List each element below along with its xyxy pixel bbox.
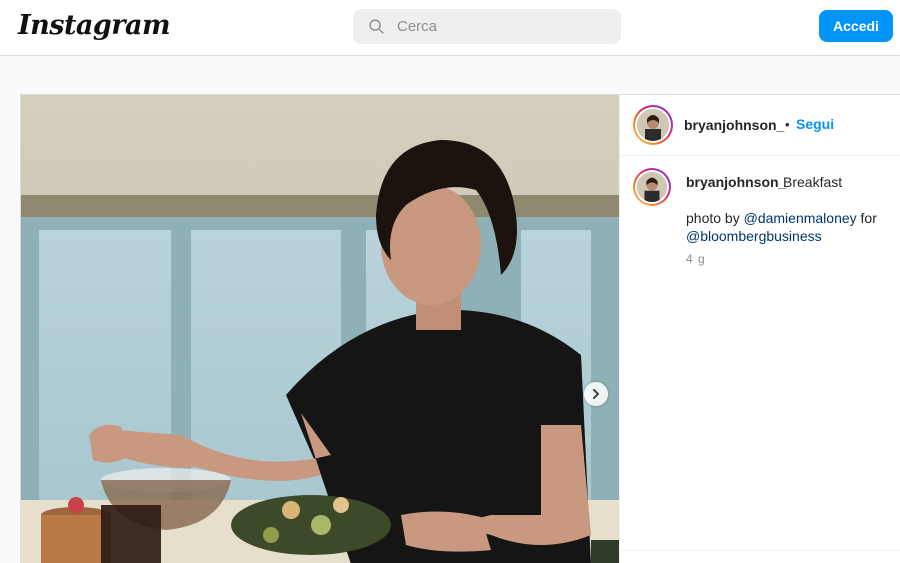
mention-damienmaloney[interactable]: @damienmaloney <box>744 210 857 226</box>
breakfast-photo <box>21 95 619 563</box>
post-image[interactable] <box>21 95 619 563</box>
search-box[interactable] <box>353 9 621 44</box>
post-username[interactable]: bryanjohnson_ <box>684 117 784 133</box>
caption-text: Breakfast <box>783 174 843 190</box>
login-button[interactable]: Accedi <box>819 10 893 42</box>
post-header: bryanjohnson_ • Segui <box>620 95 900 156</box>
photo-credit: photo by @damienmaloney for @bloombergbu… <box>686 209 896 245</box>
follow-button[interactable]: Segui <box>796 116 834 132</box>
chevron-right-icon <box>593 389 599 399</box>
instagram-logo[interactable]: Instagram <box>18 10 171 41</box>
search-icon <box>369 19 384 34</box>
next-image-button[interactable] <box>584 382 608 406</box>
credit-middle: for <box>856 210 877 226</box>
caption-avatar[interactable] <box>633 168 671 206</box>
mention-bloombergbusiness[interactable]: @bloombergbusiness <box>686 228 822 244</box>
separator-dot: • <box>785 117 790 132</box>
top-bar: Instagram Accedi <box>0 0 900 56</box>
post-time[interactable]: 4 g <box>686 252 706 266</box>
caption-username[interactable]: bryanjohnson_ <box>686 174 786 190</box>
post-sidebar: bryanjohnson_ • Segui bryanjohnson_ Brea… <box>619 95 900 563</box>
post: bryanjohnson_ • Segui bryanjohnson_ Brea… <box>20 94 900 563</box>
credit-prefix: photo by <box>686 210 744 226</box>
avatar[interactable] <box>633 105 673 145</box>
sidebar-divider <box>620 550 900 551</box>
search-input[interactable] <box>397 18 597 35</box>
